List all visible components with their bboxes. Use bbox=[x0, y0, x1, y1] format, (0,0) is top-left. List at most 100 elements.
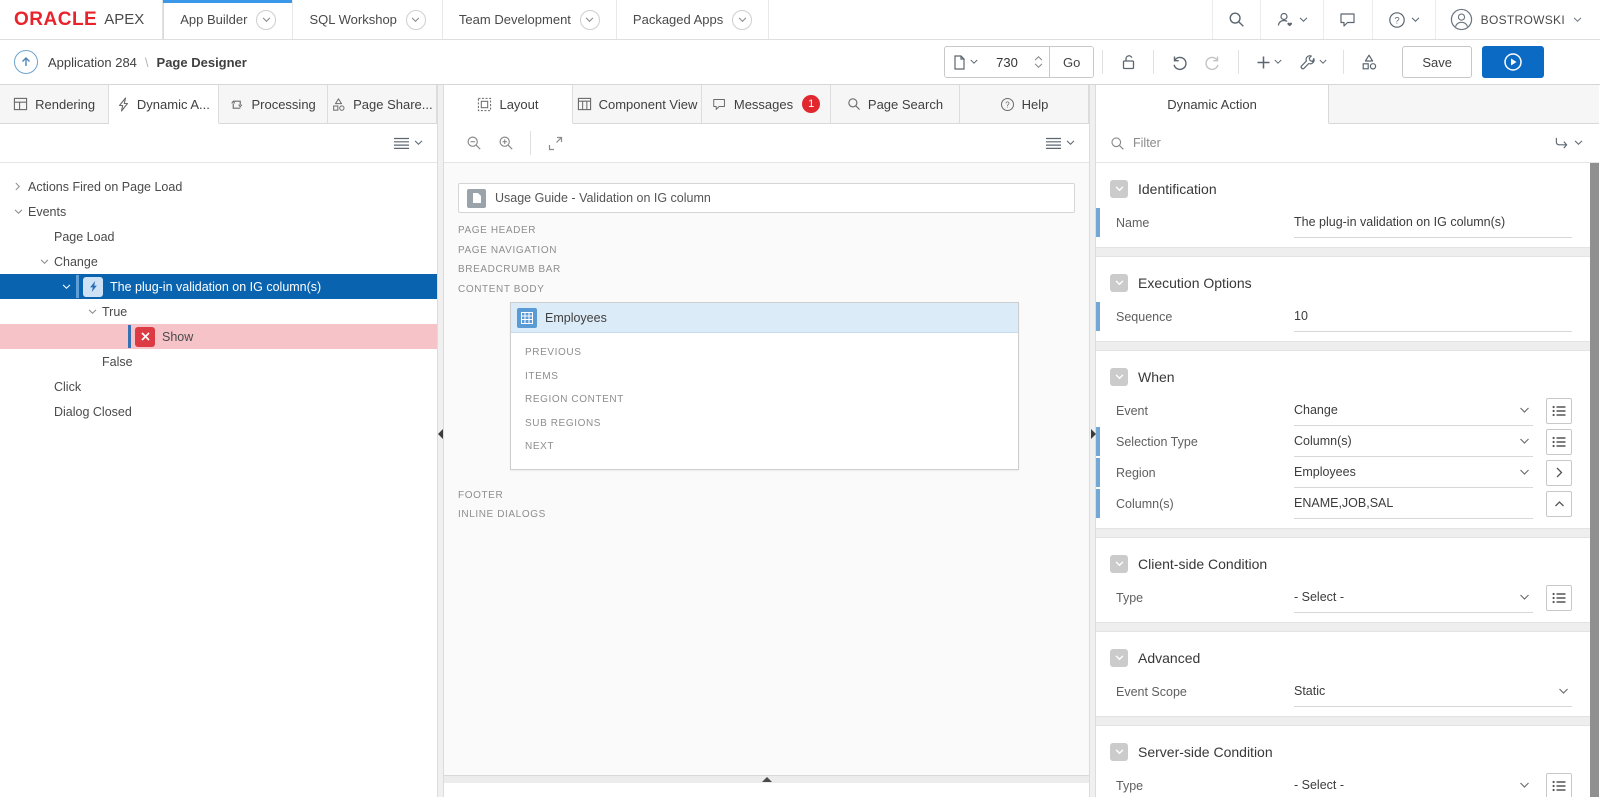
tab-rendering[interactable]: Rendering bbox=[0, 85, 109, 123]
tree-item-actions-fired-on-page-load[interactable]: Actions Fired on Page Load bbox=[0, 174, 437, 199]
slot-footer[interactable]: FOOTER bbox=[458, 486, 1075, 506]
undo-button[interactable] bbox=[1162, 46, 1196, 78]
chevron-down-icon[interactable] bbox=[56, 284, 76, 290]
group-header-client-side-condition[interactable]: Client-side Condition bbox=[1096, 538, 1590, 582]
feedback-button[interactable] bbox=[1323, 0, 1372, 39]
go-to-group-button[interactable] bbox=[1554, 136, 1583, 150]
sequence-input[interactable]: 10 bbox=[1294, 301, 1572, 332]
selection-type-list-button[interactable] bbox=[1546, 429, 1572, 455]
nav-tab-sql-workshop[interactable]: SQL Workshop bbox=[293, 0, 442, 39]
create-menu-button[interactable] bbox=[1247, 46, 1291, 78]
run-page-button[interactable] bbox=[1482, 46, 1544, 78]
tree-item-plugin-validation-selected[interactable]: The plug-in validation on IG column(s) bbox=[0, 274, 437, 299]
tree-item-dialog-closed[interactable]: Dialog Closed bbox=[0, 399, 437, 424]
vertical-scrollbar[interactable] bbox=[1590, 163, 1599, 797]
chevron-down-icon[interactable] bbox=[82, 309, 102, 315]
tree-menu-button[interactable] bbox=[393, 137, 423, 150]
chevron-right-icon[interactable] bbox=[8, 182, 28, 191]
tree-item-events[interactable]: Events bbox=[0, 199, 437, 224]
nav-tab-packaged-apps[interactable]: Packaged Apps bbox=[617, 0, 769, 39]
page-finder-button[interactable] bbox=[945, 47, 986, 77]
group-header-when[interactable]: When bbox=[1096, 351, 1590, 395]
chevron-down-icon[interactable] bbox=[732, 10, 752, 30]
tab-component-view[interactable]: Component View bbox=[573, 85, 702, 123]
breadcrumb-application[interactable]: Application 284 bbox=[48, 55, 137, 70]
left-splitter[interactable] bbox=[437, 85, 444, 797]
slot-breadcrumb-bar[interactable]: BREADCRUMB BAR bbox=[458, 260, 1075, 280]
group-header-identification[interactable]: Identification bbox=[1096, 163, 1590, 207]
event-scope-select[interactable]: Static bbox=[1294, 676, 1572, 707]
slot-inline-dialogs[interactable]: INLINE DIALOGS bbox=[458, 505, 1075, 525]
slot-previous[interactable]: PREVIOUS bbox=[525, 341, 1018, 365]
region-select[interactable]: Employees bbox=[1294, 457, 1533, 488]
layout-menu-button[interactable] bbox=[1045, 137, 1075, 150]
tree-item-true[interactable]: True bbox=[0, 299, 437, 324]
employees-region-header[interactable]: Employees bbox=[511, 303, 1018, 333]
slot-content-body[interactable]: CONTENT BODY bbox=[458, 280, 1075, 300]
page-number-stepper[interactable] bbox=[1028, 47, 1049, 77]
help-menu-button[interactable]: ? bbox=[1372, 0, 1435, 39]
tree-item-page-load[interactable]: Page Load bbox=[0, 224, 437, 249]
slot-items[interactable]: ITEMS bbox=[525, 365, 1018, 389]
gallery-splitter[interactable] bbox=[444, 775, 1089, 783]
columns-collapse-button[interactable] bbox=[1546, 491, 1572, 517]
user-menu-button[interactable]: BOSTROWSKI bbox=[1435, 0, 1600, 39]
event-list-button[interactable] bbox=[1546, 398, 1572, 424]
tab-page-shared-components[interactable]: Page Share... bbox=[328, 85, 437, 123]
client-condition-list-button[interactable] bbox=[1546, 585, 1572, 611]
chevron-down-icon[interactable] bbox=[34, 259, 54, 265]
collapse-left-handle[interactable] bbox=[438, 429, 443, 439]
redo-button[interactable] bbox=[1196, 46, 1230, 78]
chevron-down-icon[interactable] bbox=[256, 10, 276, 30]
chevron-down-icon[interactable] bbox=[580, 10, 600, 30]
group-header-server-side-condition[interactable]: Server-side Condition bbox=[1096, 726, 1590, 770]
utilities-menu-button[interactable] bbox=[1291, 46, 1335, 78]
slot-next[interactable]: NEXT bbox=[525, 435, 1018, 459]
right-splitter[interactable] bbox=[1089, 85, 1096, 797]
selection-type-select[interactable]: Column(s) bbox=[1294, 426, 1533, 457]
group-header-advanced[interactable]: Advanced bbox=[1096, 632, 1590, 676]
go-button[interactable]: Go bbox=[1049, 47, 1093, 77]
chevron-down-icon[interactable] bbox=[406, 10, 426, 30]
go-up-icon[interactable] bbox=[14, 50, 38, 74]
server-condition-type-select[interactable]: - Select - bbox=[1294, 770, 1533, 797]
zoom-out-icon[interactable] bbox=[458, 135, 490, 151]
region-go-to-button[interactable] bbox=[1546, 460, 1572, 486]
nav-tab-team-development[interactable]: Team Development bbox=[443, 0, 617, 39]
lock-button[interactable] bbox=[1111, 46, 1145, 78]
slot-page-navigation[interactable]: PAGE NAVIGATION bbox=[458, 241, 1075, 261]
group-header-execution-options[interactable]: Execution Options bbox=[1096, 257, 1590, 301]
event-select[interactable]: Change bbox=[1294, 395, 1533, 426]
employees-region[interactable]: Employees PREVIOUS ITEMS REGION CONTENT … bbox=[510, 302, 1019, 470]
slot-region-content[interactable]: REGION CONTENT bbox=[525, 388, 1018, 412]
usage-guide-region[interactable]: Usage Guide - Validation on IG column bbox=[458, 183, 1075, 213]
save-button[interactable]: Save bbox=[1402, 46, 1472, 78]
tab-help[interactable]: ? Help bbox=[960, 85, 1089, 123]
slot-sub-regions[interactable]: SUB REGIONS bbox=[525, 412, 1018, 436]
zoom-in-icon[interactable] bbox=[490, 135, 522, 151]
tab-page-search[interactable]: Page Search bbox=[831, 85, 960, 123]
server-condition-list-button[interactable] bbox=[1546, 773, 1572, 797]
tab-dynamic-actions[interactable]: Dynamic A... bbox=[109, 85, 218, 124]
name-input[interactable]: The plug-in validation on IG column(s) bbox=[1294, 207, 1572, 238]
tree-item-false[interactable]: False bbox=[0, 349, 437, 374]
tab-messages[interactable]: Messages 1 bbox=[702, 85, 831, 123]
columns-input[interactable]: ENAME,JOB,SAL bbox=[1294, 488, 1533, 519]
expand-icon[interactable] bbox=[539, 136, 571, 151]
chevron-down-icon[interactable] bbox=[8, 209, 28, 215]
tree-item-click[interactable]: Click bbox=[0, 374, 437, 399]
tree-item-change[interactable]: Change bbox=[0, 249, 437, 274]
filter-input[interactable] bbox=[1133, 136, 1546, 150]
shared-components-button[interactable] bbox=[1352, 46, 1386, 78]
client-condition-type-select[interactable]: - Select - bbox=[1294, 582, 1533, 613]
page-number-input[interactable] bbox=[986, 47, 1028, 77]
tab-processing[interactable]: Processing bbox=[219, 85, 328, 123]
tab-layout[interactable]: Layout bbox=[444, 85, 573, 124]
search-button[interactable] bbox=[1212, 0, 1260, 39]
tab-dynamic-action-properties[interactable]: Dynamic Action bbox=[1096, 85, 1329, 124]
nav-tab-app-builder[interactable]: App Builder bbox=[163, 0, 293, 39]
tree-item-show-error[interactable]: Show bbox=[0, 324, 437, 349]
slot-page-header[interactable]: PAGE HEADER bbox=[458, 221, 1075, 241]
administration-menu-button[interactable] bbox=[1260, 0, 1323, 39]
expand-up-handle[interactable] bbox=[762, 777, 772, 782]
